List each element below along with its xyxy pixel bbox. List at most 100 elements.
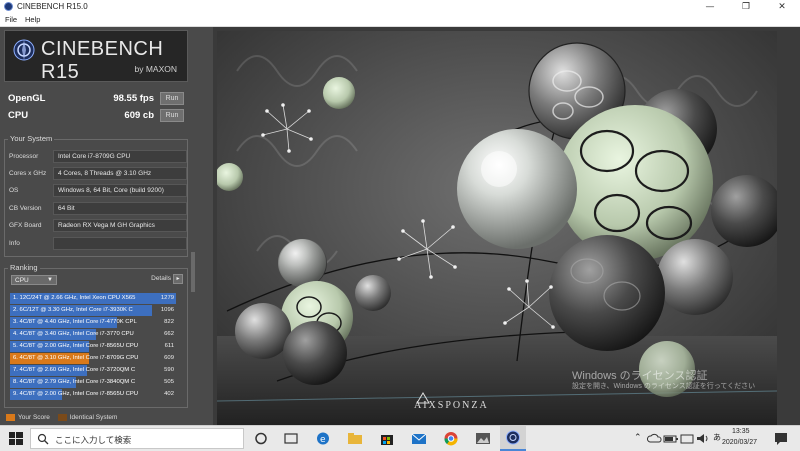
menu-help[interactable]: Help bbox=[25, 15, 40, 24]
file-explorer-icon[interactable] bbox=[346, 430, 364, 447]
chrome-icon[interactable] bbox=[442, 430, 460, 447]
legend-identical-system: Identical System bbox=[69, 414, 118, 422]
ranking-section: Ranking CPU ▼ Details ▸ 1. 12C/24T @ 2.6… bbox=[4, 263, 188, 408]
ranking-text: 8. 4C/8T @ 2.79 GHz, Intel Core i7-3840Q… bbox=[13, 379, 136, 385]
ranking-dropdown[interactable]: CPU ▼ bbox=[11, 275, 57, 285]
ranking-text: 4. 4C/8T @ 3.40 GHz, Intel Core i7-3770 … bbox=[13, 331, 134, 337]
clock-time[interactable]: 13:35 bbox=[732, 428, 750, 435]
close-button[interactable]: ✕ bbox=[764, 0, 800, 14]
your-system-title: Your System bbox=[8, 134, 55, 143]
details-label[interactable]: Details bbox=[151, 275, 171, 282]
opengl-label: OpenGL bbox=[8, 93, 46, 104]
opengl-score-row: OpenGL 98.55 fps Run bbox=[8, 92, 184, 106]
ranking-row[interactable]: 2. 6C/12T @ 3.30 GHz, Intel Core i7-3930… bbox=[10, 305, 176, 316]
clock-date[interactable]: 2020/03/27 bbox=[722, 439, 757, 446]
system-value: Intel Core i7-8709G CPU bbox=[53, 150, 187, 163]
ranking-row[interactable]: 4. 4C/8T @ 3.40 GHz, Intel Core i7-3770 … bbox=[10, 329, 176, 340]
left-panel: CINEBENCH R15 by MAXON OpenGL 98.55 fps … bbox=[0, 27, 213, 425]
ranking-score: 822 bbox=[164, 319, 174, 325]
details-arrow-icon[interactable]: ▸ bbox=[173, 274, 183, 284]
tray-chevron-up-icon[interactable]: ⌃ bbox=[634, 432, 642, 443]
cpu-run-button[interactable]: Run bbox=[160, 109, 184, 122]
ranking-score: 1096 bbox=[160, 307, 174, 313]
edge-browser-icon[interactable]: e bbox=[314, 430, 332, 447]
search-placeholder: ここに入力して検索 bbox=[55, 435, 132, 445]
ranking-row[interactable]: 9. 4C/8T @ 2.00 GHz, Intel Core i7-8565U… bbox=[10, 389, 176, 400]
cpu-label: CPU bbox=[8, 110, 29, 121]
system-row-gfx-board: GFX Board Radeon RX Vega M GH Graphics bbox=[9, 219, 187, 233]
notification-icon[interactable] bbox=[772, 430, 790, 447]
system-row-os: OS Windows 8, 64 Bit, Core (build 9200) bbox=[9, 184, 187, 198]
legend-your-score: Your Score bbox=[18, 414, 50, 422]
rendered-scene-image bbox=[217, 31, 777, 425]
logo-by: by MAXON bbox=[134, 64, 177, 74]
cinebench-taskbar-icon bbox=[506, 430, 520, 445]
system-value: 64 Bit bbox=[53, 202, 187, 215]
info-field[interactable] bbox=[53, 237, 187, 250]
ranking-text: 9. 4C/8T @ 2.00 GHz, Intel Core i7-8565U… bbox=[13, 391, 139, 397]
store-icon[interactable] bbox=[378, 430, 396, 447]
ranking-text: 3. 4C/8T @ 4.40 GHz, Intel Core i7-4770K… bbox=[13, 319, 137, 325]
system-key: GFX Board bbox=[9, 222, 42, 229]
ranking-text: 6. 4C/8T @ 3.10 GHz, Intel Core i7-8709G… bbox=[13, 355, 139, 361]
ranking-text: 7. 4C/8T @ 2.60 GHz, Intel Core i7-3720Q… bbox=[13, 367, 136, 373]
ranking-row[interactable]: 1. 12C/24T @ 2.66 GHz, Intel Xeon CPU X5… bbox=[10, 293, 176, 304]
volume-icon[interactable] bbox=[694, 430, 712, 447]
ranking-score: 611 bbox=[164, 343, 174, 349]
opengl-run-button[interactable]: Run bbox=[160, 92, 184, 105]
logo-name: CINEBENCH R15 bbox=[41, 38, 164, 83]
system-row-cb-version: CB Version 64 Bit bbox=[9, 202, 187, 216]
cinebench-taskbar-button[interactable] bbox=[500, 426, 526, 451]
photos-icon[interactable] bbox=[474, 430, 492, 447]
ranking-row[interactable]: 3. 4C/8T @ 4.40 GHz, Intel Core i7-4770K… bbox=[10, 317, 176, 328]
task-view-icon[interactable] bbox=[282, 430, 300, 447]
ranking-score: 402 bbox=[164, 391, 174, 397]
identical-system-swatch bbox=[57, 414, 67, 421]
system-key: Info bbox=[9, 240, 20, 247]
maximize-button[interactable]: ❐ bbox=[728, 0, 764, 14]
system-row-info: Info bbox=[9, 237, 187, 251]
mail-icon[interactable] bbox=[410, 430, 428, 447]
system-key: Processor bbox=[9, 153, 39, 160]
menu-file[interactable]: File bbox=[5, 15, 17, 24]
system-key: Cores x GHz bbox=[9, 170, 47, 177]
system-value: Radeon RX Vega M GH Graphics bbox=[53, 219, 187, 232]
window-title: CINEBENCH R15.0 bbox=[17, 2, 88, 11]
cinebench-logo-icon bbox=[13, 39, 35, 61]
aixsponza-brand: AIXSPONZA bbox=[414, 400, 489, 411]
ranking-row[interactable]: 8. 4C/8T @ 2.79 GHz, Intel Core i7-3840Q… bbox=[10, 377, 176, 388]
svg-text:e: e bbox=[320, 435, 326, 445]
ranking-row-your-score[interactable]: 6. 4C/8T @ 3.10 GHz, Intel Core i7-8709G… bbox=[10, 353, 176, 364]
render-viewport bbox=[217, 31, 777, 425]
minimize-button[interactable]: — bbox=[692, 0, 728, 14]
ranking-text: 2. 6C/12T @ 3.30 GHz, Intel Core i7-3930… bbox=[13, 307, 133, 313]
ime-indicator[interactable]: あ bbox=[713, 432, 721, 443]
panel-scrollbar[interactable] bbox=[191, 252, 195, 292]
logo-box: CINEBENCH R15 by MAXON bbox=[4, 30, 188, 83]
taskbar-search-box[interactable]: ここに入力して検索 bbox=[30, 428, 244, 449]
ranking-text: 5. 4C/8T @ 2.00 GHz, Intel Core i7-8565U… bbox=[13, 343, 139, 349]
your-system-section: Your System Processor Intel Core i7-8709… bbox=[4, 134, 188, 257]
ranking-score: 1279 bbox=[160, 295, 174, 301]
ranking-score: 505 bbox=[164, 379, 174, 385]
title-bar: CINEBENCH R15.0 — ❐ ✕ bbox=[0, 0, 800, 14]
windows-start-icon[interactable] bbox=[7, 430, 25, 447]
ranking-legend: Your Score Identical System bbox=[6, 414, 117, 421]
ranking-row[interactable]: 7. 4C/8T @ 2.60 GHz, Intel Core i7-3720Q… bbox=[10, 365, 176, 376]
cpu-value: 609 cb bbox=[124, 110, 154, 121]
system-row-processor: Processor Intel Core i7-8709G CPU bbox=[9, 150, 187, 164]
cpu-score-row: CPU 609 cb Run bbox=[8, 109, 184, 123]
ranking-row[interactable]: 5. 4C/8T @ 2.00 GHz, Intel Core i7-8565U… bbox=[10, 341, 176, 352]
cortana-icon[interactable] bbox=[252, 430, 270, 447]
ranking-title: Ranking bbox=[8, 263, 40, 272]
system-row-cores: Cores x GHz 4 Cores, 8 Threads @ 3.10 GH… bbox=[9, 167, 187, 181]
ranking-score: 590 bbox=[164, 367, 174, 373]
menu-bar: File Help bbox=[0, 14, 800, 27]
your-score-swatch bbox=[6, 414, 15, 421]
opengl-value: 98.55 fps bbox=[113, 93, 154, 104]
cinebench-app-icon bbox=[4, 2, 13, 11]
ranking-dropdown-value: CPU bbox=[15, 277, 29, 284]
ranking-text: 1. 12C/24T @ 2.66 GHz, Intel Xeon CPU X5… bbox=[13, 295, 136, 301]
system-value: Windows 8, 64 Bit, Core (build 9200) bbox=[53, 184, 187, 197]
system-value: 4 Cores, 8 Threads @ 3.10 GHz bbox=[53, 167, 187, 180]
